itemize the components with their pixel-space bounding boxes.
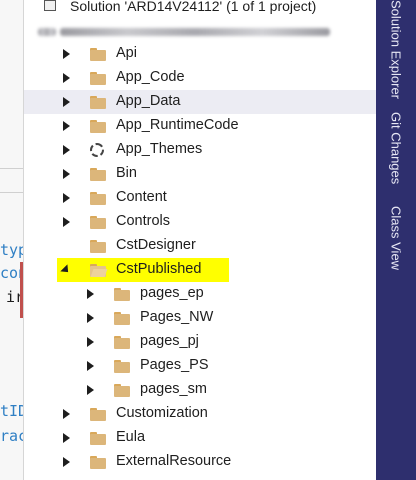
folder-icon bbox=[90, 72, 106, 85]
code-fragment: tID bbox=[0, 403, 24, 419]
tree-item-label: App_Data bbox=[116, 93, 181, 109]
tree-item-app-data[interactable]: App_Data bbox=[24, 90, 376, 114]
tree-item-label: Eula bbox=[116, 429, 146, 445]
folder-icon bbox=[90, 192, 106, 205]
collapsed-arrow-icon[interactable] bbox=[82, 306, 98, 330]
tree-item-label: App_RuntimeCode bbox=[116, 117, 239, 133]
collapsed-arrow-icon[interactable] bbox=[82, 282, 98, 306]
collapsed-arrow-icon[interactable] bbox=[58, 66, 74, 90]
folder-icon bbox=[90, 216, 106, 229]
collapsed-arrow-icon[interactable] bbox=[58, 42, 74, 66]
tree-item-app-runtimecode[interactable]: App_RuntimeCode bbox=[24, 114, 376, 138]
right-tool-sidebar: Solution Explorer Git Changes Class View bbox=[376, 0, 416, 480]
solution-node[interactable]: Solution 'ARD14V24112' (1 of 1 project) bbox=[24, 0, 376, 14]
tree-item-label: Pages_NW bbox=[140, 309, 214, 325]
tree-item-label: Customization bbox=[116, 405, 208, 421]
folder-icon bbox=[90, 432, 106, 445]
folder-icon bbox=[90, 120, 106, 133]
tree-item-label: Controls bbox=[116, 213, 170, 229]
tree-item-customization[interactable]: Customization bbox=[24, 402, 376, 426]
folder-icon bbox=[90, 240, 106, 253]
folder-icon bbox=[114, 312, 130, 325]
tree-item-label: pages_sm bbox=[140, 381, 207, 397]
tree-item-label: ExternalResource bbox=[116, 453, 232, 469]
collapsed-arrow-icon[interactable] bbox=[82, 378, 98, 402]
code-editor-fragment: typ con ir tID rac bbox=[0, 0, 24, 480]
tree-item-pages-ps[interactable]: Pages_PS bbox=[24, 354, 376, 378]
collapsed-arrow-icon[interactable] bbox=[82, 330, 98, 354]
code-fragment: rac bbox=[0, 428, 24, 444]
editor-divider bbox=[0, 168, 24, 169]
tree-item-pages-sm[interactable]: pages_sm bbox=[24, 378, 376, 402]
tree-item-label: Content bbox=[116, 189, 167, 205]
folder-icon bbox=[90, 456, 106, 469]
tree-item-pages-pj[interactable]: pages_pj bbox=[24, 330, 376, 354]
tree-item-cstdesigner[interactable]: CstDesigner bbox=[24, 234, 376, 258]
editor-divider bbox=[0, 192, 24, 193]
tree-item-app-themes[interactable]: App_Themes bbox=[24, 138, 376, 162]
code-fragment: typ bbox=[0, 242, 24, 258]
tree-item-controls[interactable]: Controls bbox=[24, 210, 376, 234]
tree-item-externalresource[interactable]: ExternalResource bbox=[24, 450, 376, 474]
tree-item-label: App_Code bbox=[116, 69, 185, 85]
tree-item-label: pages_ep bbox=[140, 285, 204, 301]
tree-item-label: pages_pj bbox=[140, 333, 199, 349]
tab-class-view[interactable]: Class View bbox=[376, 206, 416, 278]
collapsed-arrow-icon[interactable] bbox=[58, 426, 74, 450]
folder-open-icon bbox=[90, 264, 108, 277]
folder-icon bbox=[90, 48, 106, 61]
change-marker bbox=[20, 262, 23, 318]
tab-solution-explorer[interactable]: Solution Explorer bbox=[376, 0, 416, 100]
tree-item-pages-ep[interactable]: pages_ep bbox=[24, 282, 376, 306]
folder-icon bbox=[114, 360, 130, 373]
folder-icon bbox=[114, 288, 130, 301]
solution-explorer-panel: Solution 'ARD14V24112' (1 of 1 project) … bbox=[24, 0, 376, 480]
tree-item-label: App_Themes bbox=[116, 141, 203, 157]
collapsed-arrow-icon[interactable] bbox=[58, 162, 74, 186]
collapsed-arrow-icon[interactable] bbox=[58, 90, 74, 114]
tree-item-bin[interactable]: Bin bbox=[24, 162, 376, 186]
tree-item-content[interactable]: Content bbox=[24, 186, 376, 210]
tab-git-changes[interactable]: Git Changes bbox=[376, 112, 416, 194]
folder-icon bbox=[90, 168, 106, 181]
collapsed-arrow-icon[interactable] bbox=[58, 210, 74, 234]
themes-icon bbox=[90, 143, 104, 157]
expanded-arrow-icon[interactable] bbox=[58, 258, 74, 282]
tree-item-app-code[interactable]: App_Code bbox=[24, 66, 376, 90]
project-icon bbox=[38, 28, 56, 36]
solution-label: Solution 'ARD14V24112' (1 of 1 project) bbox=[70, 0, 317, 14]
collapsed-arrow-icon[interactable] bbox=[58, 114, 74, 138]
tree-item-label: Bin bbox=[116, 165, 137, 181]
tree-item-eula[interactable]: Eula bbox=[24, 426, 376, 450]
tree-item-label: CstPublished bbox=[116, 261, 202, 277]
tab-label: Class View bbox=[388, 206, 404, 271]
project-node[interactable] bbox=[24, 22, 376, 40]
solution-icon bbox=[44, 0, 56, 11]
folder-icon bbox=[114, 384, 130, 397]
collapsed-arrow-icon[interactable] bbox=[58, 186, 74, 210]
redacted-project-name bbox=[60, 28, 330, 36]
tab-label: Solution Explorer bbox=[388, 0, 404, 99]
tree-item-pages-nw[interactable]: Pages_NW bbox=[24, 306, 376, 330]
collapsed-arrow-icon[interactable] bbox=[58, 138, 74, 162]
tree-item-cstpublished[interactable]: CstPublished bbox=[24, 258, 376, 282]
tab-label: Git Changes bbox=[388, 112, 404, 185]
folder-icon bbox=[90, 96, 106, 109]
folder-icon bbox=[114, 336, 130, 349]
tree-item-label: Pages_PS bbox=[140, 357, 209, 373]
folder-icon bbox=[90, 408, 106, 421]
collapsed-arrow-icon[interactable] bbox=[58, 450, 74, 474]
tree-item-api[interactable]: Api bbox=[24, 42, 376, 66]
tree-item-label: CstDesigner bbox=[116, 237, 196, 253]
collapsed-arrow-icon[interactable] bbox=[82, 354, 98, 378]
tree-item-label: Api bbox=[116, 45, 137, 61]
collapsed-arrow-icon[interactable] bbox=[58, 402, 74, 426]
